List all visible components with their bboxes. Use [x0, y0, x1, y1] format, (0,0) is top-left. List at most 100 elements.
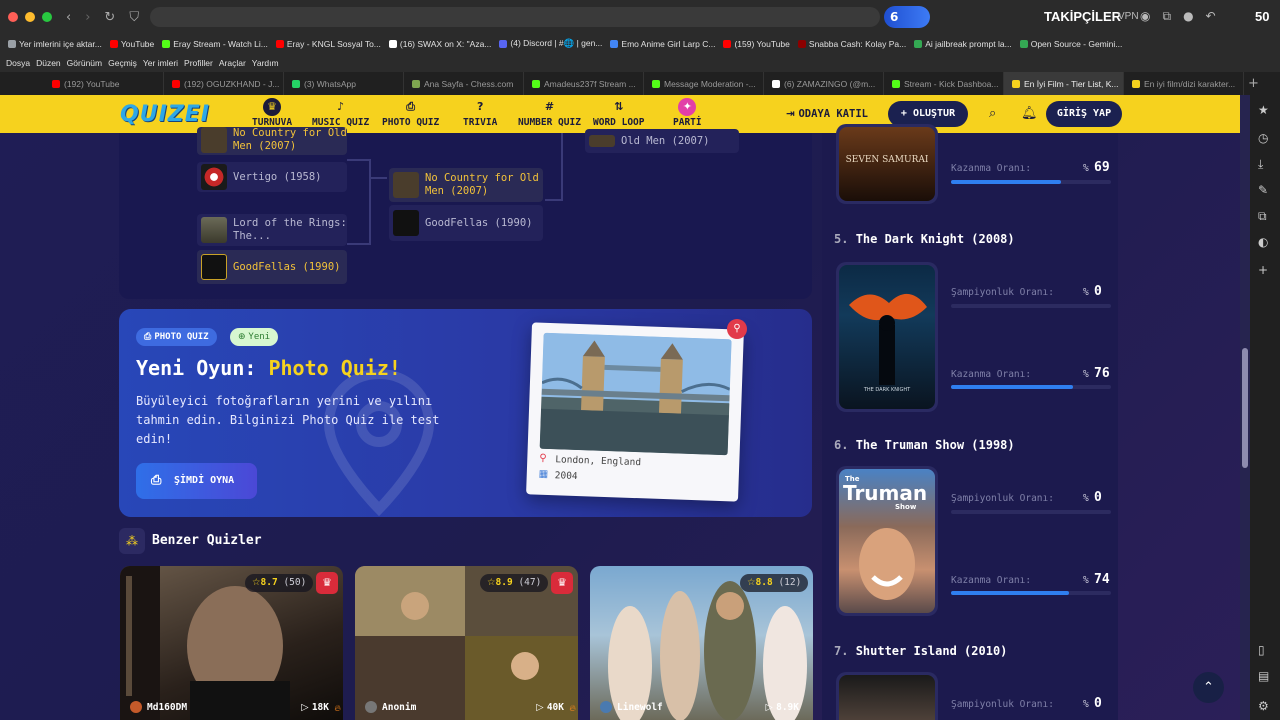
reload-icon[interactable]: ↻ — [104, 10, 115, 25]
forward-icon[interactable]: › — [85, 10, 90, 25]
bookmark-item[interactable]: Emo Anime Girl Larp C... — [610, 39, 715, 49]
nav-music-quiz[interactable]: ♪ MUSIC QUIZ — [312, 98, 369, 128]
bracket-slot[interactable]: GoodFellas (1990) — [197, 250, 347, 284]
profile-icon[interactable]: ● — [1183, 9, 1193, 24]
bookmark-item[interactable]: Eray - KNGL Sosyal To... — [275, 39, 381, 49]
bracket-slot[interactable]: GoodFellas (1990) — [389, 205, 543, 241]
menu-item[interactable]: Yer imleri — [143, 58, 178, 68]
bookmark-label: Open Source - Gemini... — [1030, 38, 1123, 49]
win-rate-bar-fill — [951, 180, 1062, 184]
nav-word-loop[interactable]: ⇅ WORD LOOP — [593, 98, 644, 128]
bookmark-item[interactable]: (4) Discord | #🌐 | gen... — [499, 38, 602, 49]
join-room-button[interactable]: ⇥ ODAYA KATIL — [786, 108, 868, 120]
bracket-slot[interactable]: No Country for Old Men (2007) — [389, 168, 543, 202]
quiz-author[interactable]: Md160DM — [130, 701, 187, 713]
menu-item[interactable]: Görünüm — [67, 58, 102, 68]
settings-icon[interactable]: ⚙ — [1258, 699, 1269, 713]
login-button[interactable]: GİRİŞ YAP — [1046, 101, 1122, 127]
bookmark-item[interactable]: (159) YouTube — [723, 39, 790, 49]
extensions-icon[interactable]: ⧉ — [1162, 9, 1171, 24]
nav-turnuva[interactable]: ♛ TURNUVA — [252, 98, 292, 128]
address-bar[interactable] — [150, 7, 880, 27]
undo-icon[interactable]: ↶ — [1206, 9, 1216, 24]
nav-parti-[interactable]: ✦ PARTİ — [673, 98, 702, 128]
quiz-author[interactable]: Linewolf — [600, 701, 663, 713]
quiz-card[interactable]: ☆8.7 (50) ♛ Md160DM ▷ 18K 🔥︎ — [120, 566, 343, 720]
vpn-label[interactable]: VPN — [1118, 11, 1139, 22]
movie-poster[interactable]: THE DARK KNIGHT — [836, 262, 938, 412]
bracket-slot[interactable]: Old Men (2007) — [585, 129, 739, 153]
bookmark-item[interactable]: YouTube — [109, 39, 154, 49]
browser-tab[interactable]: Amadeus237f Stream ... — [524, 72, 644, 95]
star-icon[interactable]: ★ — [1258, 103, 1269, 117]
close-window-button[interactable] — [8, 12, 18, 22]
browser-tab[interactable]: Stream - Kick Dashboa... — [884, 72, 1004, 95]
menu-item[interactable]: Araçlar — [219, 58, 246, 68]
bracket-slot[interactable]: No Country for Old Men (2007) — [197, 127, 347, 155]
bracket-slot[interactable]: Vertigo (1958) — [197, 162, 347, 192]
scrollbar-thumb[interactable] — [1242, 348, 1248, 468]
browser-tab[interactable]: En iyi film/dizi karakter... — [1124, 72, 1244, 95]
author-name: Md160DM — [147, 701, 188, 713]
add-icon[interactable]: + — [1258, 263, 1268, 277]
ranking-item-title[interactable]: 5. The Dark Knight (2008) — [834, 232, 1015, 246]
championship-rate-value: 0 — [1094, 490, 1102, 505]
menu-item[interactable]: Geçmiş — [108, 58, 137, 68]
play-count: ▷ 40K — [536, 702, 564, 713]
minimize-window-button[interactable] — [25, 12, 35, 22]
menu-item[interactable]: Dosya — [6, 58, 30, 68]
movie-poster[interactable]: SEVEN SAMURAI — [836, 124, 938, 204]
phone-icon[interactable]: ▯ — [1258, 643, 1265, 657]
browser-tab[interactable]: (3) WhatsApp — [284, 72, 404, 95]
movie-poster[interactable] — [836, 672, 938, 720]
history-icon[interactable]: ◷ — [1258, 131, 1268, 145]
browser-tab[interactable]: Ana Sayfa - Chess.com — [404, 72, 524, 95]
browser-tab[interactable]: (6) ZAMAZINGO (@m... — [764, 72, 884, 95]
ranking-item-title[interactable]: 7. Shutter Island (2010) — [834, 644, 1007, 658]
star-icon: ☆ — [487, 577, 496, 588]
back-icon[interactable]: ‹ — [66, 10, 71, 25]
maximize-window-button[interactable] — [42, 12, 52, 22]
tab-favicon-icon — [52, 79, 60, 88]
nav-trivia[interactable]: ? TRIVIA — [463, 98, 497, 128]
similar-quizzes-title: Benzer Quizler — [152, 533, 262, 548]
bracket-slot[interactable]: Lord of the Rings: The... — [197, 214, 347, 246]
browser-tab[interactable]: (192) OGUZKHAND - J... — [164, 72, 284, 95]
bell-icon[interactable]: 🔔︎ — [1021, 106, 1038, 121]
bookmark-item[interactable]: Open Source - Gemini... — [1019, 38, 1123, 49]
play-now-button[interactable]: ⎙ ŞİMDİ OYNA — [136, 463, 257, 499]
window-controls[interactable] — [8, 12, 52, 22]
menu-item[interactable]: Profiller — [184, 58, 213, 68]
search-icon[interactable]: ⌕ — [989, 106, 996, 121]
tab-label: Message Moderation -... — [664, 78, 756, 89]
extension-badge[interactable]: 6 — [884, 6, 930, 28]
movie-poster[interactable]: The Truman Show — [836, 466, 938, 616]
browser-tab[interactable]: (192) YouTube — [44, 72, 164, 95]
browser-tab[interactable]: En İyi Film - Tier List, K... — [1004, 72, 1124, 95]
download-icon[interactable]: ⤓ — [1258, 157, 1263, 172]
quiz-author[interactable]: Anonim — [365, 701, 416, 713]
shield-icon[interactable]: ⛉ — [129, 10, 139, 25]
quiz-card[interactable]: ☆8.9 (47) ♛ Anonim ▷ 40K 🔥︎ — [355, 566, 578, 720]
scroll-to-top-button[interactable]: ⌃ — [1193, 672, 1224, 703]
nav-photo-quiz[interactable]: ⎙ PHOTO QUIZ — [382, 98, 439, 128]
notes-icon[interactable]: ▤ — [1258, 669, 1269, 683]
win-rate-bar — [951, 385, 1111, 389]
nav-number-quiz[interactable]: # NUMBER QUIZ — [518, 98, 581, 128]
browser-tab[interactable]: Message Moderation -... — [644, 72, 764, 95]
ranking-item-title[interactable]: 6. The Truman Show (1998) — [834, 438, 1015, 452]
menu-item[interactable]: Yardım — [252, 58, 279, 68]
quiz-card[interactable]: ☆8.8 (12) Linewolf ▷ 8.9K — [590, 566, 813, 720]
account-icon[interactable]: ◉ — [1140, 9, 1150, 24]
bookmark-item[interactable]: Ai jailbreak prompt la... — [914, 39, 1012, 49]
bookmark-item[interactable]: Eray Stream - Watch Li... — [162, 39, 268, 49]
app-icon[interactable]: ◐ — [1258, 235, 1268, 249]
bookmark-item[interactable]: Yer imlerini içe aktar... — [8, 39, 102, 49]
new-tab-button[interactable]: + — [1248, 76, 1259, 91]
menu-item[interactable]: Düzen — [36, 58, 61, 68]
bookmark-item[interactable]: (16) SWAX on X: "Aza... — [388, 39, 491, 49]
bookmark-item[interactable]: Snabba Cash: Kolay Pa... — [797, 39, 906, 49]
translate-icon[interactable]: ⧉ — [1258, 209, 1267, 224]
site-logo[interactable]: QUIZEI — [120, 102, 210, 127]
pen-icon[interactable]: ✎ — [1258, 183, 1268, 197]
